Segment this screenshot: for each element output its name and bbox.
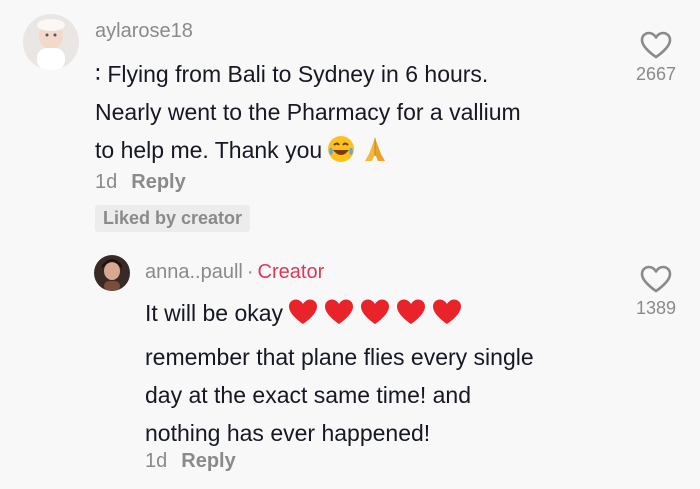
liked-by-creator-badge: Liked by creator <box>95 205 251 232</box>
comment-text-line-content: to help me. Thank you <box>95 137 323 163</box>
reply-username[interactable]: anna..paull <box>145 261 243 283</box>
reply-text: It will be okay remember that plane flie… <box>145 294 534 452</box>
reply-text-line-content: It will be okay <box>145 300 284 326</box>
reply-avatar[interactable] <box>94 255 130 291</box>
heart-emoji-icon <box>323 297 355 338</box>
reply-like-control[interactable]: 1389 <box>616 264 696 319</box>
reply-text-line: nothing has ever happened! <box>145 420 431 446</box>
heart-outline-icon[interactable] <box>639 30 673 60</box>
heart-emoji-icon <box>359 297 391 338</box>
reply-button[interactable]: Reply <box>131 171 185 193</box>
reply-text-line: It will be okay <box>145 294 534 338</box>
praying-hands-emoji-icon <box>360 134 390 175</box>
heart-emoji-icon <box>287 297 319 338</box>
reply-username-row: anna..paull · Creator <box>145 261 324 284</box>
heart-emoji-icon <box>395 297 427 338</box>
comment-username[interactable]: aylarose18 <box>95 20 193 43</box>
comment-time: 1d <box>95 171 118 193</box>
reply-text-line: day at the exact same time! and <box>145 382 472 408</box>
reply-time: 1d <box>145 450 168 472</box>
comment-text: ∶ Flying from Bali to Sydney in 6 hours.… <box>95 55 521 175</box>
separator-dot: · <box>246 261 254 283</box>
comment-text-line: Nearly went to the Pharmacy for a valliu… <box>95 99 521 125</box>
comment-text-line: ∶ Flying from Bali to Sydney in 6 hours. <box>95 61 489 87</box>
heart-outline-icon[interactable] <box>639 264 673 294</box>
avatar[interactable] <box>23 14 79 70</box>
heart-emoji-icon <box>431 297 463 338</box>
like-count: 2667 <box>635 64 677 84</box>
comment-meta: 1d Reply <box>95 171 186 194</box>
creator-badge: Creator <box>257 261 325 283</box>
reply-avatar-image <box>94 255 130 291</box>
laughing-emoji-icon <box>326 134 356 175</box>
comment-text-line: to help me. Thank you <box>95 131 521 175</box>
reply-text-line: remember that plane flies every single <box>145 344 534 370</box>
comment-like-control[interactable]: 2667 <box>616 30 696 85</box>
like-count: 1389 <box>635 298 677 318</box>
reply-button[interactable]: Reply <box>181 450 235 472</box>
reply-meta: 1d Reply <box>145 450 236 473</box>
avatar-image <box>23 14 79 70</box>
